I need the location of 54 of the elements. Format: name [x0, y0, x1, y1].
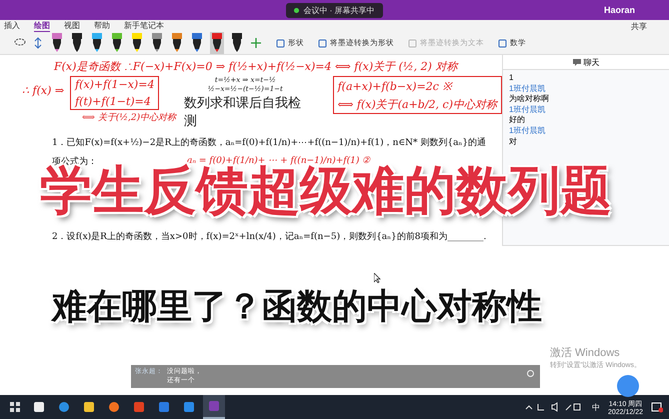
pen-icon[interactable]	[190, 32, 204, 54]
chat-message: 为啥对称啊	[509, 94, 550, 104]
cursor-icon	[374, 273, 381, 283]
chat-icon	[572, 58, 580, 66]
ribbon-tab[interactable]: 视图	[64, 20, 94, 32]
chat-message: 好的	[509, 115, 526, 125]
activation-title: 激活 Windows	[550, 346, 621, 360]
worksheet-title: 数列求和课后自我检测	[184, 95, 302, 130]
chat-sender: 1班付晨凯	[509, 84, 546, 94]
square-icon	[276, 38, 285, 48]
handwritten-note: f(x)+f(1−x)=4	[75, 78, 154, 91]
ribbon-tab[interactable]: 插入	[4, 20, 34, 32]
pen-icon[interactable]	[70, 32, 84, 54]
pen-icon[interactable]	[210, 32, 224, 54]
add-space-icon[interactable]	[32, 37, 44, 49]
handwritten-note: f(t)+f(1−t)=4	[75, 95, 152, 108]
problem-text: 1．已知F(x)=f(x+½)−2是R上的奇函数，aₙ=f(0)+f(1/n)+⋯+f((n−1)/n)+f(1)，n∈N* 则数列{aₙ}的通	[52, 136, 488, 149]
chat-title: 聊天	[584, 56, 600, 68]
handwritten-note: aₙ = f(0)+f(1/n)+ ⋯ + f((n−1)/n)+f(1) ②	[187, 155, 370, 166]
pen-icon[interactable]	[170, 32, 184, 54]
handwritten-note: ∴ f(x) ⇒	[22, 84, 64, 97]
ribbon-tab[interactable]: 新手笔记本	[124, 20, 178, 32]
handwritten-note: f(a+x)+f(b−x)=2c ※	[338, 79, 454, 93]
pen-icon[interactable]	[110, 32, 124, 54]
chat-sender: 1班付晨凯	[509, 104, 546, 114]
floating-ball-icon[interactable]	[617, 375, 639, 397]
input-method[interactable]: 中	[592, 402, 600, 412]
close-icon[interactable]	[527, 370, 534, 377]
pen-icon[interactable]	[50, 32, 64, 54]
video-caption: 学生反馈超级难的数列题	[40, 165, 612, 217]
problem-text: 2．设f(x)是R上的奇函数，当x>0时，f(x)=2ˣ+ln(x/4)，记aₙ=f(n−5)，则数列{aₙ}的前8项和为________.	[52, 230, 488, 243]
user-name: Haoran	[604, 5, 635, 15]
ribbon-tab[interactable]: 帮助	[94, 20, 124, 32]
handwritten-note: F(x)是奇函数 ∴F(−x)+F(x)=0 ⇒ f(½+x)+f(½−x)=4 ⟺ f(x)关于 (½, 2) 对称	[54, 59, 460, 74]
handwritten-note: ⟺ 关于(½,2)中心对称	[82, 112, 176, 124]
chat-message: 1	[509, 73, 514, 83]
signal-icon	[294, 8, 300, 12]
chat-sender: 1班付晨凯	[509, 126, 546, 136]
start-icon[interactable]	[10, 402, 20, 412]
pen-icon[interactable]	[230, 32, 244, 54]
share-button[interactable]: 共享	[631, 20, 647, 32]
meeting-banner[interactable]: 会议中 · 屏幕共享中	[286, 2, 383, 18]
square-icon	[318, 38, 327, 48]
pen-icon[interactable]	[90, 32, 104, 54]
notification-icon[interactable]	[651, 401, 663, 413]
ribbon-tab[interactable]: 绘图	[34, 20, 64, 32]
square-icon	[498, 38, 507, 48]
video-caption: 难在哪里了？函数的中心对称性	[52, 289, 542, 324]
add-pen-icon[interactable]	[250, 37, 262, 49]
pen-icon[interactable]	[130, 32, 144, 54]
handwritten-note: ⟺ f(x)关于(a+b/2, c)中心对称	[338, 97, 497, 112]
chat-message: 对	[509, 136, 518, 146]
pen-icon[interactable]	[150, 32, 164, 54]
square-icon	[408, 38, 417, 48]
